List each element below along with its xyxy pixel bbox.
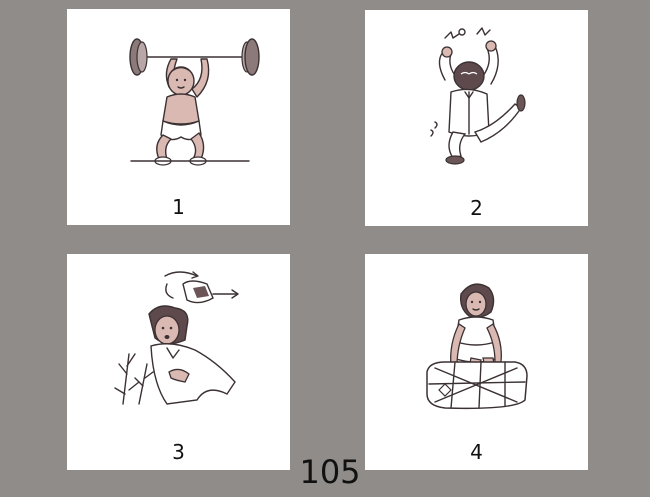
baby-weightlifter-illustration xyxy=(129,38,260,166)
picture-card-1: 1 xyxy=(67,9,290,225)
picture-number-2: 2 xyxy=(470,196,483,220)
picture-card-4: 4 xyxy=(365,254,588,470)
angry-man-jumping-illustration xyxy=(430,27,526,165)
page-number: 105 xyxy=(299,453,361,491)
picture-number-3: 3 xyxy=(172,440,185,464)
man-losing-hat-illustration xyxy=(114,271,239,405)
picture-card-2: 2 xyxy=(365,10,588,226)
picture-card-3: 3 xyxy=(67,254,290,470)
picture-number-1: 1 xyxy=(172,195,185,219)
picture-number-4: 4 xyxy=(470,440,483,464)
girl-sitting-cushion-illustration xyxy=(426,283,528,410)
